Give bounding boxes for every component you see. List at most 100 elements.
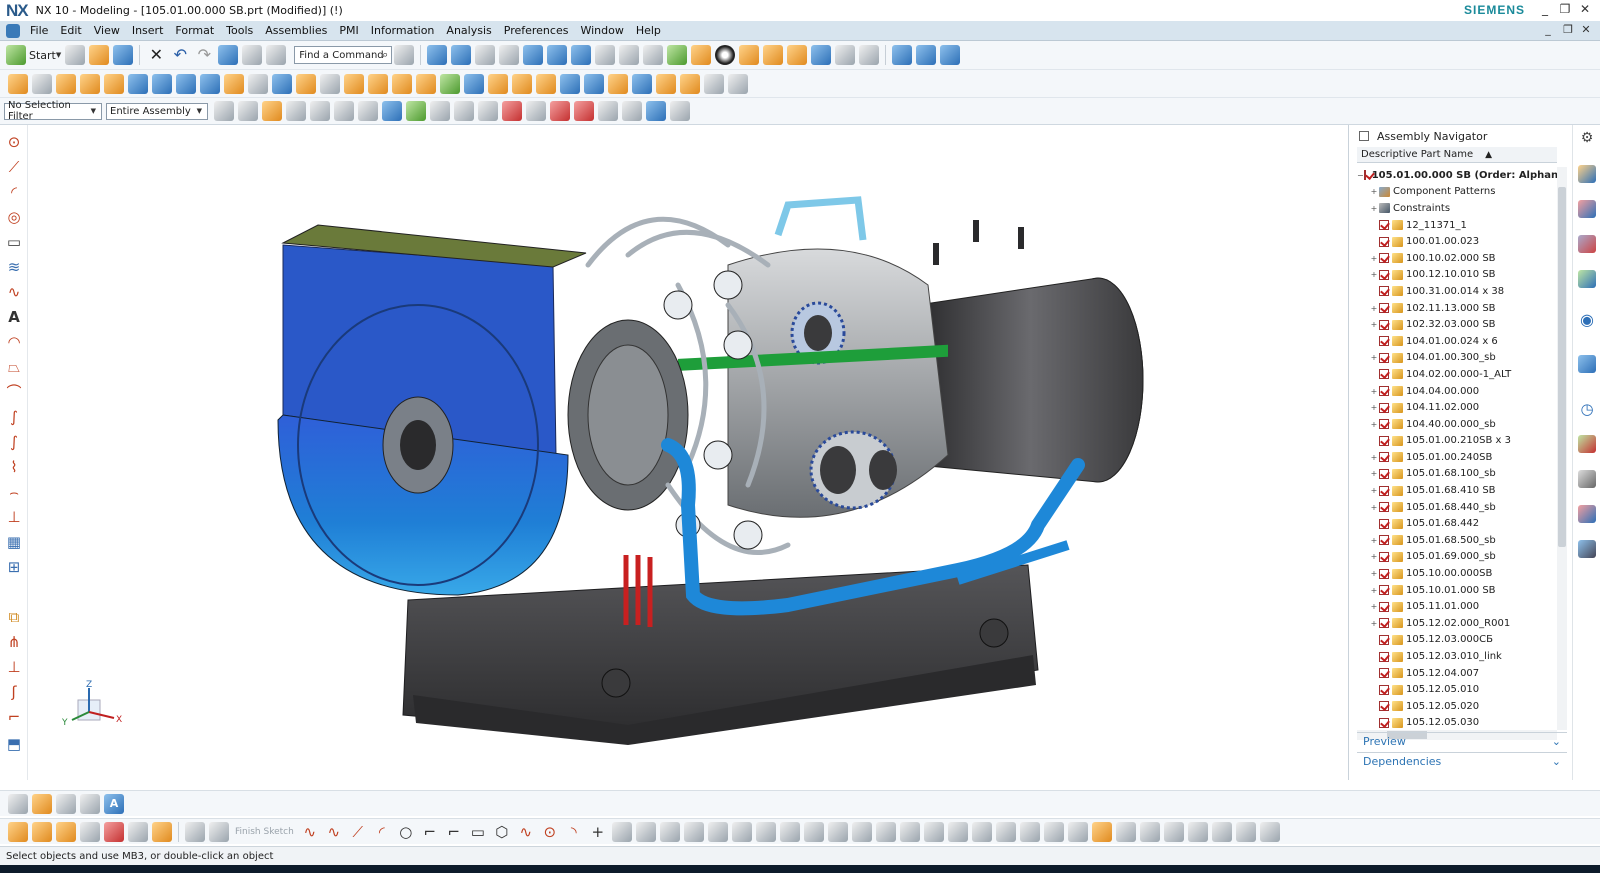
assembly-tree[interactable]: − 105.01.00.000 SB (Order: Alphan + Comp… <box>1357 167 1557 730</box>
expand-icon[interactable]: + <box>1369 469 1379 478</box>
pmi-text-icon[interactable]: A <box>104 793 124 814</box>
studio-icon[interactable] <box>667 45 688 65</box>
offset-sketch-curve-icon[interactable] <box>611 821 632 842</box>
close-button[interactable]: ✕ <box>1576 2 1594 16</box>
visibility-checkbox[interactable] <box>1379 535 1389 546</box>
tree-part-row[interactable]: +104.01.00.300_sb <box>1357 350 1557 367</box>
expand-icon[interactable]: + <box>1369 320 1379 329</box>
show-hide-icon[interactable] <box>763 45 784 65</box>
selection-filter-dropdown[interactable]: No Selection Filter ▼ <box>4 100 102 122</box>
tree-part-row[interactable]: 100.31.00.014 x 38 <box>1357 283 1557 300</box>
section-curve-icon[interactable]: ⧉ <box>5 608 23 626</box>
tree-part-row[interactable]: +104.04.00.000 <box>1357 383 1557 400</box>
visibility-checkbox[interactable] <box>1379 717 1389 728</box>
mid-point-icon[interactable] <box>430 101 450 121</box>
datum-plane-icon[interactable] <box>32 73 52 94</box>
rapid-dimension-icon[interactable] <box>851 821 872 842</box>
web-browser-icon[interactable]: ◉ <box>1578 310 1596 329</box>
tree-part-row[interactable]: 105.12.03.010_link <box>1357 648 1557 665</box>
rectangle-select-icon[interactable] <box>334 101 354 121</box>
history-icon[interactable] <box>1578 355 1596 373</box>
sketch-line-icon[interactable]: ⟋ <box>348 822 368 842</box>
front-view-icon[interactable] <box>571 45 592 65</box>
tree-part-row[interactable]: +105.01.68.500_sb <box>1357 532 1557 549</box>
nx-menu-icon[interactable] <box>6 23 20 38</box>
pmi-symbol-icon[interactable] <box>80 793 100 814</box>
scroll-thumb[interactable] <box>1558 187 1566 547</box>
menu-insert[interactable]: Insert <box>126 24 170 37</box>
expand-icon[interactable]: + <box>1369 453 1379 462</box>
tree-part-row[interactable]: 105.12.05.020 <box>1357 698 1557 715</box>
profile-icon[interactable]: ∿ <box>300 822 320 842</box>
visibility-checkbox[interactable] <box>1379 435 1389 446</box>
sketch-point-icon[interactable]: ⊙ <box>540 822 560 842</box>
intersection-point-icon[interactable] <box>683 821 704 842</box>
hole-icon[interactable] <box>104 73 124 94</box>
tree-part-row[interactable]: +104.11.02.000 <box>1357 399 1557 416</box>
expand-icon[interactable]: + <box>1369 403 1379 412</box>
selection-mode-icon[interactable] <box>286 101 306 121</box>
true-shading-icon[interactable] <box>715 45 736 65</box>
expand-icon[interactable]: + <box>1369 586 1379 595</box>
trim-curve-icon[interactable]: ⊥ <box>5 508 23 526</box>
project-curve-icon[interactable]: ⏢ <box>5 358 23 376</box>
menu-format[interactable]: Format <box>169 24 220 37</box>
isoparametric-curve-icon[interactable]: ⋔ <box>5 633 23 651</box>
gas-turbine-model[interactable] <box>28 125 1348 780</box>
divide-curve-icon[interactable]: ▦ <box>5 533 23 551</box>
sketch-relations-icon[interactable] <box>128 821 148 842</box>
sketch-settings-icon[interactable] <box>1187 821 1208 842</box>
split-body-icon[interactable] <box>464 73 484 94</box>
tree-part-row[interactable]: 105.12.05.010 <box>1357 681 1557 698</box>
extrude-icon[interactable] <box>56 73 76 94</box>
sketch-plus-icon[interactable]: + <box>588 822 608 842</box>
snap-settings-icon[interactable] <box>646 101 666 121</box>
expand-icon[interactable]: + <box>1369 204 1379 213</box>
menu-help[interactable]: Help <box>630 24 667 37</box>
expand-icon[interactable]: + <box>1369 304 1379 313</box>
doc-restore-button[interactable]: ❐ <box>1560 23 1576 36</box>
visibility-checkbox[interactable] <box>1379 336 1389 347</box>
cut-icon[interactable]: ✕ <box>146 45 166 65</box>
chamfer-icon[interactable] <box>248 73 268 94</box>
sketch-circle-icon[interactable]: ○ <box>396 822 416 842</box>
perimeter-dimension-icon[interactable] <box>947 821 968 842</box>
offset-curve-icon[interactable]: ◠ <box>5 333 23 351</box>
save-icon[interactable] <box>113 45 134 65</box>
visibility-checkbox[interactable] <box>1379 684 1389 695</box>
pattern-feature-icon[interactable] <box>344 73 364 94</box>
visibility-checkbox[interactable] <box>1379 319 1389 330</box>
quick-pick-icon[interactable] <box>310 101 330 121</box>
arc-center-icon[interactable] <box>502 101 522 121</box>
relax-dimension-icon[interactable] <box>1163 821 1184 842</box>
sketch-conic-icon[interactable]: ◝ <box>564 822 584 842</box>
visibility-checkbox[interactable] <box>1379 402 1389 413</box>
process-studio-icon[interactable] <box>1578 470 1596 488</box>
angular-dimension-icon[interactable] <box>923 821 944 842</box>
tree-part-row[interactable]: +104.40.00.000_sb <box>1357 416 1557 433</box>
visibility-checkbox[interactable] <box>1379 485 1389 496</box>
sketch-in-task-icon[interactable] <box>32 821 52 842</box>
tree-part-row[interactable]: 105.12.05.030 <box>1357 715 1557 730</box>
snap-point-icon[interactable] <box>262 101 282 121</box>
refresh-icon[interactable] <box>427 45 448 65</box>
visibility-checkbox[interactable] <box>1379 419 1389 430</box>
part-navigator-tab-icon[interactable] <box>1578 235 1596 253</box>
helix-icon[interactable]: ≋ <box>5 258 23 276</box>
edit-object-icon[interactable] <box>218 45 239 65</box>
synchronous-move-icon[interactable] <box>632 73 652 94</box>
tree-root-row[interactable]: − 105.01.00.000 SB (Order: Alphan <box>1357 167 1557 184</box>
tree-part-row[interactable]: 104.01.00.024 x 6 <box>1357 333 1557 350</box>
tree-part-row[interactable]: +102.32.03.000 SB <box>1357 316 1557 333</box>
arc-icon[interactable]: ◜ <box>5 183 23 201</box>
visibility-checkbox[interactable] <box>1379 601 1389 612</box>
visibility-checkbox[interactable] <box>1379 502 1389 513</box>
expand-icon[interactable]: + <box>1369 503 1379 512</box>
expand-icon[interactable]: + <box>1369 619 1379 628</box>
tree-part-row[interactable]: +100.12.10.010 SB <box>1357 267 1557 284</box>
point-icon[interactable]: ⊙ <box>5 133 23 151</box>
pattern-geometry-icon[interactable] <box>392 73 412 94</box>
tree-part-row[interactable]: 105.01.00.210SB x 3 <box>1357 433 1557 450</box>
auto-constrain-icon[interactable] <box>995 821 1016 842</box>
inferred-constraints-icon[interactable] <box>1091 821 1112 842</box>
